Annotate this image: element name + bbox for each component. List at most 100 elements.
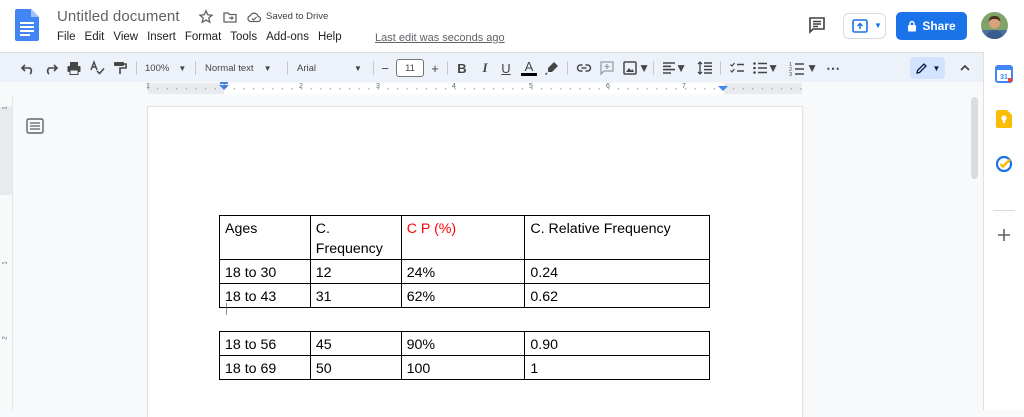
top-margin-shade [0, 107, 12, 195]
document-outline-icon[interactable] [26, 118, 44, 134]
keep-icon[interactable] [996, 110, 1012, 128]
lock-icon [908, 20, 917, 32]
bulleted-list-dropdown-icon[interactable]: ▼ [767, 60, 779, 76]
highlight-color-icon[interactable] [544, 60, 560, 76]
style-select[interactable]: Normal text ▼ [205, 60, 283, 76]
decrease-font-size-button[interactable]: − [378, 60, 392, 76]
increase-font-size-button[interactable]: + [428, 60, 442, 76]
move-folder-icon[interactable] [222, 9, 238, 25]
avatar[interactable] [981, 12, 1008, 39]
table-cell[interactable]: 18 to 56 [219, 331, 311, 356]
share-button[interactable]: Share [896, 12, 967, 40]
docs-logo-icon[interactable] [15, 9, 39, 41]
table-cell[interactable]: C. Relative Frequency [524, 215, 710, 260]
table-cell[interactable]: 100 [400, 355, 526, 380]
table-cell[interactable]: 18 to 69 [219, 355, 311, 380]
left-ruler-number: 1 [2, 261, 9, 265]
document-page[interactable]: Ages C. Frequency C P (%) C. Relative Fr… [148, 107, 802, 417]
menu-addons[interactable]: Add-ons [266, 31, 309, 47]
table-cell[interactable]: 24% [400, 259, 526, 284]
frequency-table[interactable]: Ages C. Frequency C P (%) C. Relative Fr… [219, 215, 710, 308]
star-icon[interactable] [198, 9, 214, 25]
scrollbar-thumb[interactable] [971, 97, 978, 179]
text-color-swatch [521, 72, 537, 76]
paint-format-icon[interactable] [112, 60, 128, 76]
checklist-icon[interactable] [729, 60, 745, 76]
add-comment-icon[interactable] [599, 60, 615, 76]
comment-history-icon[interactable] [808, 16, 826, 34]
vertical-ruler[interactable]: 1 1 2 [0, 95, 13, 410]
table-cell[interactable]: 0.24 [524, 259, 710, 284]
font-size-value: 11 [405, 62, 415, 74]
text-color-button[interactable]: A [521, 60, 537, 76]
table-cell[interactable]: 90% [400, 331, 526, 356]
insert-link-icon[interactable] [576, 60, 592, 76]
ruler-number: 1 [146, 83, 150, 90]
table-cell[interactable]: Ages [219, 215, 311, 260]
table-cell[interactable]: 1 [524, 355, 710, 380]
bold-button[interactable]: B [455, 60, 469, 76]
tasks-icon[interactable] [995, 155, 1013, 173]
collapse-chevron-icon[interactable] [958, 60, 972, 76]
present-dropdown-icon: ▼ [874, 21, 882, 30]
numbered-list-icon[interactable]: 123 [789, 60, 805, 76]
insert-image-icon[interactable] [622, 60, 638, 76]
add-addon-icon[interactable] [997, 228, 1011, 242]
editing-mode-button[interactable]: ▼ [910, 57, 945, 79]
editing-mode-dropdown-icon: ▼ [932, 63, 941, 73]
table-cell[interactable]: 0.62 [524, 283, 710, 308]
table-cell[interactable]: C. Frequency [309, 215, 402, 260]
font-size-input[interactable]: 11 [396, 59, 424, 77]
insert-image-dropdown-icon[interactable]: ▼ [638, 60, 650, 76]
menu-tools[interactable]: Tools [230, 31, 257, 47]
table-row: 18 to 69 50 100 1 [219, 355, 710, 380]
horizontal-ruler[interactable]: 1 1 2 3 4 5 6 7 [0, 82, 983, 95]
table-cell[interactable]: 62% [400, 283, 526, 308]
table-cell[interactable]: 18 to 30 [219, 259, 311, 284]
text-color-glyph: A [524, 58, 534, 74]
vertical-scrollbar[interactable] [968, 95, 983, 410]
calendar-icon[interactable]: 31 [995, 65, 1013, 83]
redo-icon[interactable] [43, 60, 59, 76]
table-cell[interactable]: 45 [309, 331, 402, 356]
last-edit-link[interactable]: Last edit was seconds ago [375, 32, 505, 44]
document-title[interactable]: Untitled document [57, 8, 180, 25]
table-cell[interactable]: 12 [309, 259, 402, 284]
table-cell[interactable]: 18 to 43 [219, 283, 311, 308]
menu-edit[interactable]: Edit [85, 31, 105, 47]
spellcheck-icon[interactable] [89, 60, 105, 76]
print-icon[interactable] [66, 60, 82, 76]
numbered-list-dropdown-icon[interactable]: ▼ [806, 60, 818, 76]
frequency-table-continued[interactable]: 18 to 56 45 90% 0.90 18 to 69 50 100 1 [219, 331, 710, 380]
line-spacing-icon[interactable] [697, 60, 713, 76]
menu-view[interactable]: View [113, 31, 138, 47]
menu-help[interactable]: Help [318, 31, 342, 47]
cloud-saved-icon[interactable] [246, 9, 262, 25]
underline-button[interactable]: U [499, 60, 513, 76]
font-value: Arial [297, 62, 317, 74]
left-ruler-number: 2 [2, 336, 9, 340]
zoom-select[interactable]: 100% ▼ [145, 60, 190, 76]
table-row: 18 to 56 45 90% 0.90 [219, 331, 710, 356]
formatting-toolbar: 100% ▼ Normal text ▼ Arial ▼ − 11 + B I … [0, 52, 983, 82]
menu-insert[interactable]: Insert [147, 31, 176, 47]
svg-text:31: 31 [1000, 74, 1008, 81]
italic-button[interactable]: I [478, 60, 492, 76]
bulleted-list-icon[interactable] [752, 60, 768, 76]
menu-file[interactable]: File [57, 31, 76, 47]
align-dropdown-icon[interactable]: ▼ [675, 60, 687, 76]
table-row: 18 to 30 12 24% 0.24 [219, 259, 710, 284]
more-options-button[interactable]: ⋯ [826, 60, 840, 76]
menu-format[interactable]: Format [185, 31, 221, 47]
table-row: 18 to 43 31 62% 0.62 [219, 283, 710, 308]
font-select[interactable]: Arial ▼ [297, 60, 369, 76]
ruler-number: 6 [606, 83, 610, 90]
ruler-number: 2 [299, 83, 303, 90]
table-cell[interactable]: 0.90 [524, 331, 710, 356]
undo-icon[interactable] [20, 60, 36, 76]
table-cell[interactable]: 50 [309, 355, 402, 380]
present-upload-icon [852, 19, 868, 33]
table-cell[interactable]: 31 [309, 283, 402, 308]
table-cell[interactable]: C P (%) [400, 215, 526, 260]
present-button[interactable]: ▼ [843, 13, 886, 39]
